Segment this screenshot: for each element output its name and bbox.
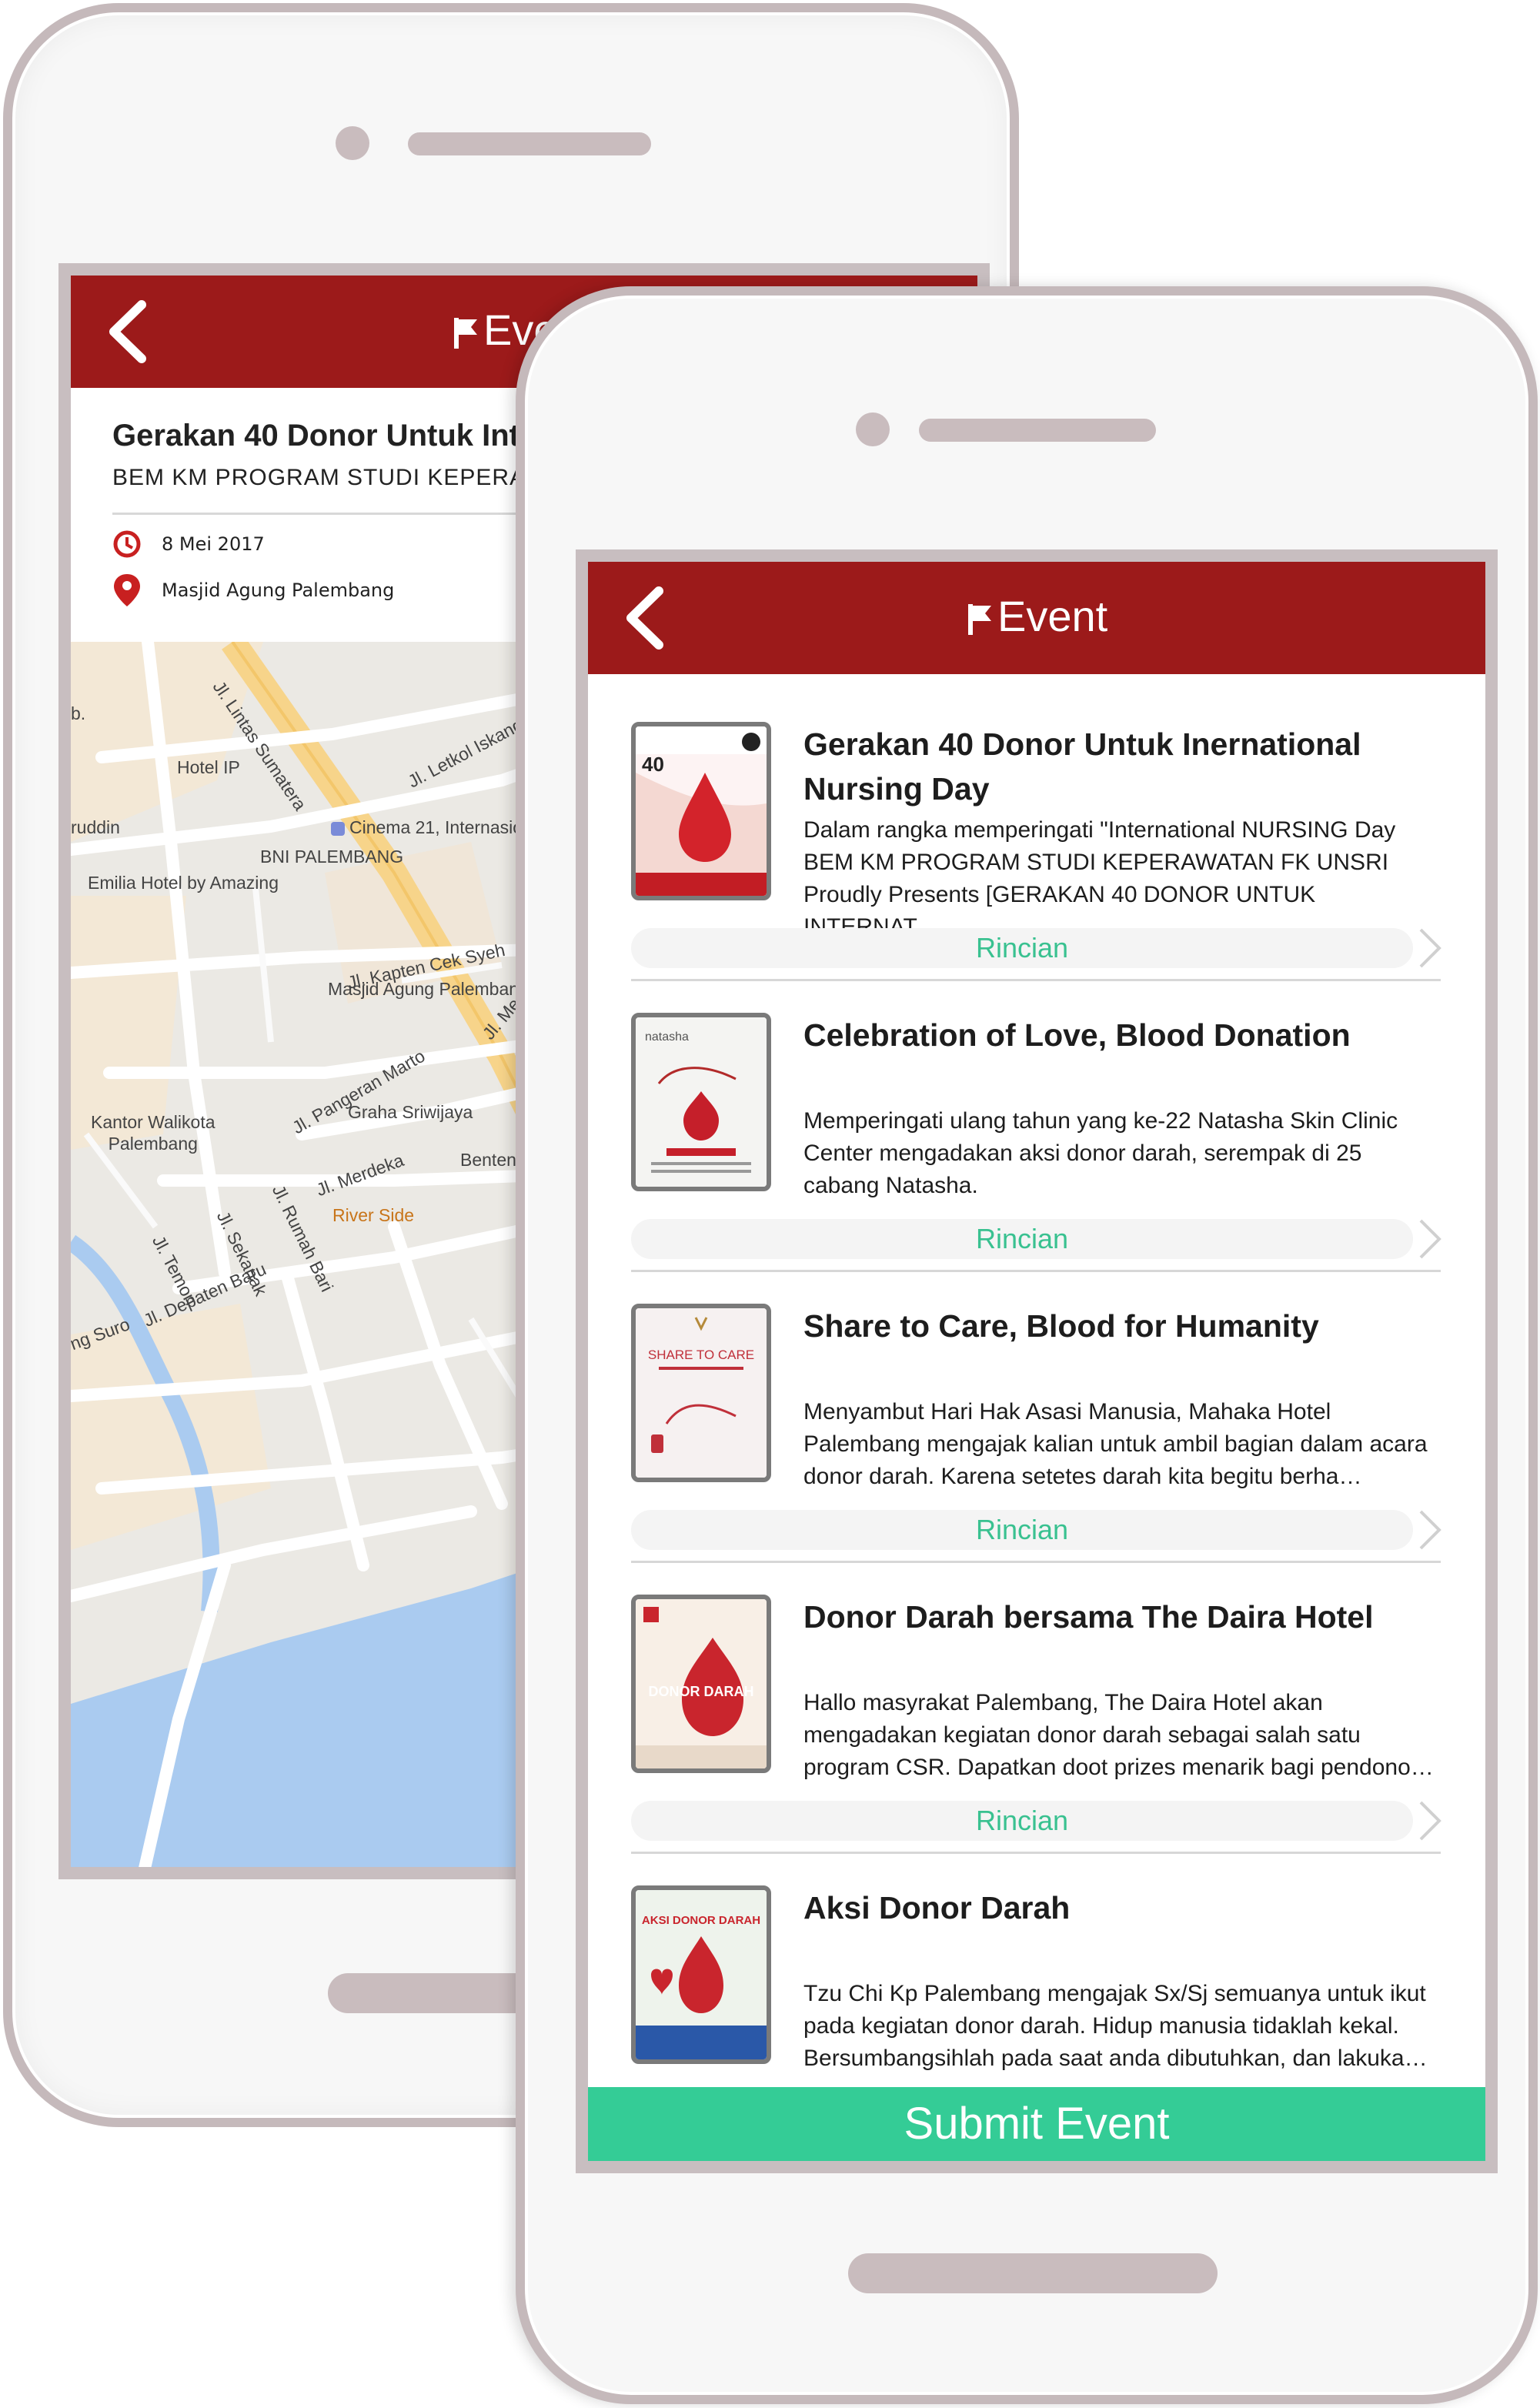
- event-title[interactable]: Aksi Donor Darah: [803, 1885, 1427, 1930]
- event-card[interactable]: AKSI DONOR DARAH Aksi Donor Darah Tzu Ch…: [631, 1869, 1441, 2089]
- front-phone-screen: Event 40 Gerakan 40 Donor Untuk Inernati…: [576, 549, 1498, 2173]
- rincian-button[interactable]: Rincian: [631, 1510, 1413, 1550]
- camera-dot: [336, 126, 369, 160]
- speaker-grill: [919, 419, 1156, 442]
- home-button: [848, 2253, 1218, 2293]
- event-location-row: Masjid Agung Palembang: [112, 573, 394, 608]
- event-date: 8 Mei 2017: [162, 533, 265, 555]
- thumb-text: natasha: [645, 1030, 689, 1044]
- thumb-text: AKSI DONOR DARAH: [642, 1914, 760, 1927]
- map-pin-icon: [114, 574, 140, 606]
- map-poi-label: Emilia Hotel by Amazing: [88, 873, 279, 893]
- front-phone-frame: Event 40 Gerakan 40 Donor Untuk Inernati…: [516, 286, 1538, 2404]
- event-date-row: 8 Mei 2017: [112, 529, 265, 559]
- flag-icon: [454, 318, 477, 349]
- chevron-left-icon[interactable]: [622, 585, 668, 651]
- event-description: Menyambut Hari Hak Asasi Manusia, Mahaka…: [803, 1399, 1428, 1489]
- flag-icon: [968, 604, 991, 636]
- map-poi-label: BNI PALEMBANG: [260, 847, 404, 867]
- event-poster-thumbnail[interactable]: DONOR DARAH: [631, 1595, 771, 1773]
- app-bar-title-text: Event: [997, 592, 1108, 640]
- chevron-left-icon[interactable]: [105, 299, 151, 365]
- event-description: Tzu Chi Kp Palembang mengajak Sx/Sj semu…: [803, 1981, 1428, 2071]
- map-poi-label: River Side: [332, 1205, 415, 1225]
- blood-drop-icon: SHARE TO CARE: [636, 1308, 767, 1478]
- divider: [631, 979, 1441, 981]
- blood-drop-icon: 40: [636, 726, 767, 896]
- chevron-right-icon: [1419, 1510, 1441, 1550]
- event-title[interactable]: Share to Care, Blood for Humanity: [803, 1304, 1427, 1348]
- event-poster-thumbnail[interactable]: AKSI DONOR DARAH: [631, 1885, 771, 2064]
- app-bar: Event: [588, 562, 1485, 674]
- event-title[interactable]: Donor Darah bersama The Daira Hotel: [803, 1595, 1427, 1639]
- thumb-text: SHARE TO CARE: [648, 1348, 754, 1362]
- chevron-right-icon: [1419, 928, 1441, 968]
- event-description: Hallo masyrakat Palembang, The Daira Hot…: [803, 1690, 1434, 1780]
- map-poi-label: Graha Sriwijaya: [348, 1102, 473, 1122]
- poi-icon: [331, 821, 345, 836]
- event-poster-thumbnail[interactable]: SHARE TO CARE: [631, 1304, 771, 1482]
- chevron-right-icon: [1419, 1219, 1441, 1259]
- app-bar-title: Event: [967, 583, 1107, 650]
- event-title[interactable]: Gerakan 40 Donor Untuk Inernational Nurs…: [803, 722, 1427, 811]
- chevron-right-icon: [1419, 1801, 1441, 1841]
- map-poi-label: Cinema 21, Internasional: [331, 817, 546, 838]
- divider: [631, 1852, 1441, 1854]
- event-description: Dalam rangka memperingati "International…: [803, 817, 1396, 940]
- event-list[interactable]: 40 Gerakan 40 Donor Untuk Inernational N…: [588, 674, 1485, 2089]
- event-card[interactable]: natasha Celebration of Love, Blood Donat…: [631, 996, 1441, 1287]
- event-poster-thumbnail[interactable]: 40: [631, 722, 771, 900]
- blood-drop-icon: DONOR DARAH: [636, 1599, 767, 1768]
- event-location: Masjid Agung Palembang: [162, 579, 395, 601]
- map-poi-label: Hotel IP: [177, 757, 240, 777]
- submit-event-button[interactable]: Submit Event: [588, 2087, 1485, 2161]
- event-poster-thumbnail[interactable]: natasha: [631, 1013, 771, 1191]
- map-street-label: b.: [71, 703, 86, 723]
- clock-icon: [113, 530, 141, 558]
- divider: [631, 1561, 1441, 1563]
- rincian-button[interactable]: Rincian: [631, 1801, 1413, 1841]
- event-title[interactable]: Celebration of Love, Blood Donation: [803, 1013, 1427, 1057]
- event-description: Memperingati ulang tahun yang ke-22 Nata…: [803, 1108, 1398, 1198]
- divider: [631, 1270, 1441, 1272]
- speaker-grill: [408, 132, 651, 155]
- map-poi-label: Masjid Agung Palembang: [328, 979, 529, 999]
- event-card[interactable]: 40 Gerakan 40 Donor Untuk Inernational N…: [631, 705, 1441, 996]
- map-poi-label: Kantor Walikota Palembang: [91, 1112, 215, 1154]
- map-street-label: ruddin: [71, 817, 120, 837]
- event-card[interactable]: SHARE TO CARE Share to Care, Blood for H…: [631, 1287, 1441, 1578]
- blood-drop-icon: AKSI DONOR DARAH: [636, 1890, 767, 2059]
- rincian-button[interactable]: Rincian: [631, 1219, 1413, 1259]
- camera-dot: [856, 412, 890, 446]
- blood-drop-icon: natasha: [636, 1017, 767, 1187]
- thumb-text: 40: [642, 753, 664, 776]
- rincian-button[interactable]: Rincian: [631, 928, 1413, 968]
- thumb-text: DONOR DARAH: [649, 1684, 754, 1699]
- event-card[interactable]: DONOR DARAH Donor Darah bersama The Dair…: [631, 1578, 1441, 1869]
